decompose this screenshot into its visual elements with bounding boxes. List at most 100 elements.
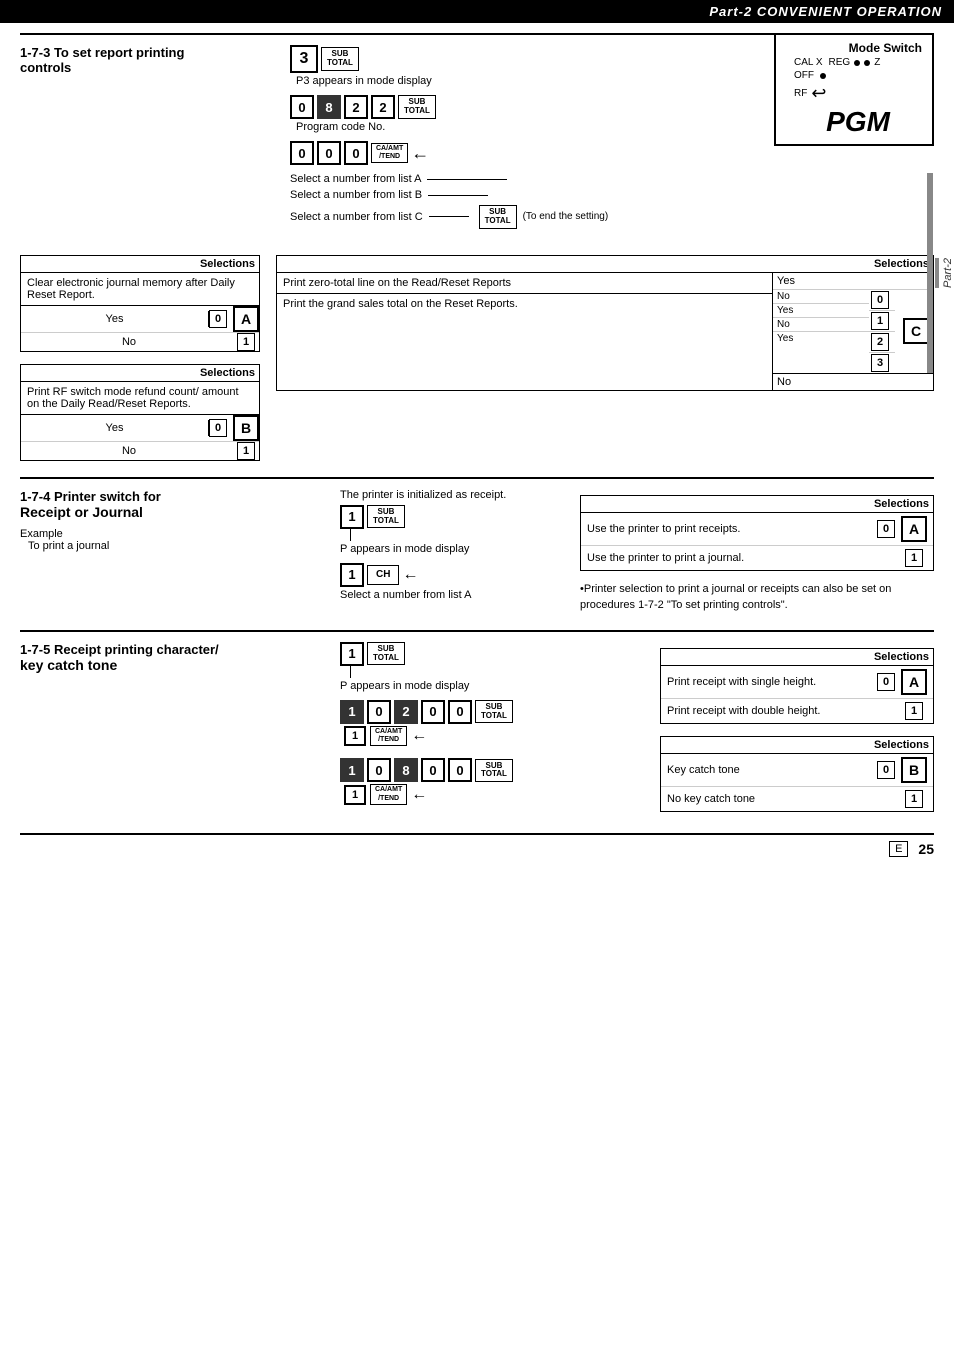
s174-init-note: The printer is initialized as receipt. [340,489,560,501]
s175-a-subtotal: SUBTOTAL [475,700,513,724]
subtotal-end-btn: SUBTOTAL [479,205,517,229]
c-val-3: 3 [871,354,889,372]
s175-seq-b: 1 0 8 0 0 SUBTOTAL 1 CA/AMT/TEND ← [340,758,640,805]
s175-table-a-header: Selections [661,649,933,666]
s175-badge-b: B [901,757,927,783]
s175-b-eq: 1 [344,785,366,805]
s175-b-k1: 1 [340,758,364,782]
s174-step1-note: P appears in mode display [340,543,560,555]
step-2-block: 0 8 2 2 SUBTOTAL Program code No. [290,95,934,133]
s175-a-ca-amt: CA/AMT/TEND [370,726,407,747]
s175-table-b: Selections Key catch tone 0 B No key cat… [660,736,934,812]
table-a-desc: Clear electronic journal memory after Da… [21,273,259,306]
page-footer: E 25 [20,841,934,857]
line-b [428,195,488,196]
s175-badge-a: A [901,669,927,695]
step-3-block: 0 0 0 CA/AMT/TEND ← [290,141,934,165]
page-e-badge: E [889,841,908,857]
s174-connector [350,529,560,541]
badge-c: C [903,318,929,344]
select-lines-block: Select a number from list A Select a num… [290,173,934,229]
key-0b: 0 [290,141,314,165]
select-b-line: Select a number from list B [290,189,934,201]
select-a-line: Select a number from list A [290,173,934,185]
table-a-no-val: 1 [237,333,255,351]
table-b-header: Selections [21,365,259,382]
s175-a-row0-label: Print receipt with single height. [667,676,877,688]
select-a-label: Select a number from list A [290,173,421,185]
arrow-left-s174: ← [402,566,418,584]
s174-step1: 1 SUBTOTAL P appears in mode display [340,505,560,555]
bottom-line [20,833,934,835]
key-8: 8 [317,95,341,119]
table-c: Selections Print zero-total line on the … [276,255,934,391]
s174-badge-a: A [901,516,927,542]
arrow-left-s175b: ← [411,786,427,804]
table-b-yes-val: 0 [209,419,227,437]
s175-connector1 [350,666,640,678]
s175-seq-a-keys: 1 0 2 0 0 SUBTOTAL [340,700,640,724]
s175-key-1: 1 [340,642,364,666]
s175-table-a: Selections Print receipt with single hei… [660,648,934,724]
s175-left: 1-7-5 Receipt printing character/ key ca… [20,642,320,814]
s175-a-arrow-row: 1 CA/AMT/TEND ← [344,726,640,747]
s175-b-ca-amt: CA/AMT/TEND [370,784,407,805]
section-173: 1-7-3 To set report printing controls 3 … [20,33,934,461]
key-0c: 0 [317,141,341,165]
header-title: Part-2 CONVENIENT OPERATION [709,4,942,19]
s174-row0-val: 0 [877,520,895,538]
c-val-0: 0 [871,291,889,309]
s175-b-arrow-row: 1 CA/AMT/TEND ← [344,784,640,805]
s175-b-row0-val: 0 [877,761,895,779]
s174-key-1: 1 [340,505,364,529]
line-a [427,179,507,180]
select-c-label: Select a number from list C [290,211,423,223]
s175-a-k2: 0 [367,700,391,724]
step1-note: P3 appears in mode display [296,75,934,87]
example-detail: To print a journal [28,540,320,552]
s175-a-k5: 0 [448,700,472,724]
s175-a-row1-label: Print receipt with double height. [667,705,905,717]
ca-amt-key-1: CA/AMT/TEND [371,143,408,164]
s174-right: Selections Use the printer to print rece… [580,489,934,614]
s174-row1-label: Use the printer to print a journal. [587,552,905,564]
arrow-left-1: ← [411,143,429,164]
s175-a-row1-val: 1 [905,702,923,720]
key-2a: 2 [344,95,368,119]
sidebar-bar [927,173,933,373]
select-c-line: Select a number from list C SUBTOTAL (To… [290,205,934,229]
s175-right: Selections Print receipt with single hei… [660,642,934,814]
s175-seq-a: 1 0 2 0 0 SUBTOTAL 1 CA/AMT/TEND ← [340,700,640,747]
badge-a: A [233,306,259,332]
s175-seq-b-keys: 1 0 8 0 0 SUBTOTAL [340,758,640,782]
s175-step1: 1 SUBTOTAL P appears in mode display [340,642,640,692]
s175-b-row1-val: 1 [905,790,923,808]
s174-step1-keys: 1 SUBTOTAL [340,505,560,529]
s174-bullet-note: •Printer selection to print a journal or… [580,581,934,614]
table-b-no-val: 1 [237,442,255,460]
s175-a-eq: 1 [344,726,366,746]
table-a-header: Selections [21,256,259,273]
s175-a-k1: 1 [340,700,364,724]
subtotal-btn-1: SUBTOTAL [321,47,359,71]
s174-row0-label: Use the printer to print receipts. [587,523,877,535]
s174-row1-val: 1 [905,549,923,567]
s174-table-header: Selections [581,496,933,513]
step2-note: Program code No. [296,121,934,133]
s175-subtotal-btn: SUBTOTAL [367,642,405,666]
page-number: 25 [918,841,934,857]
s175-table-b-header: Selections [661,737,933,754]
key-2b: 2 [371,95,395,119]
table-b: Selections Print RF switch mode refund c… [20,364,260,461]
page-header: Part-2 CONVENIENT OPERATION [0,0,954,23]
c-val-2: 2 [871,333,889,351]
key-0a: 0 [290,95,314,119]
s175-a-k4: 0 [421,700,445,724]
s175-b-row1-label: No key catch tone [667,793,905,805]
select-b-label: Select a number from list B [290,189,422,201]
s174-step2-note: Select a number from list A [340,589,560,601]
s175-b-k3: 8 [394,758,418,782]
s174-step2: 1 CH ← Select a number from list A [340,563,560,601]
s175-b-subtotal: SUBTOTAL [475,759,513,783]
part2-label: Part-2 [935,258,954,288]
